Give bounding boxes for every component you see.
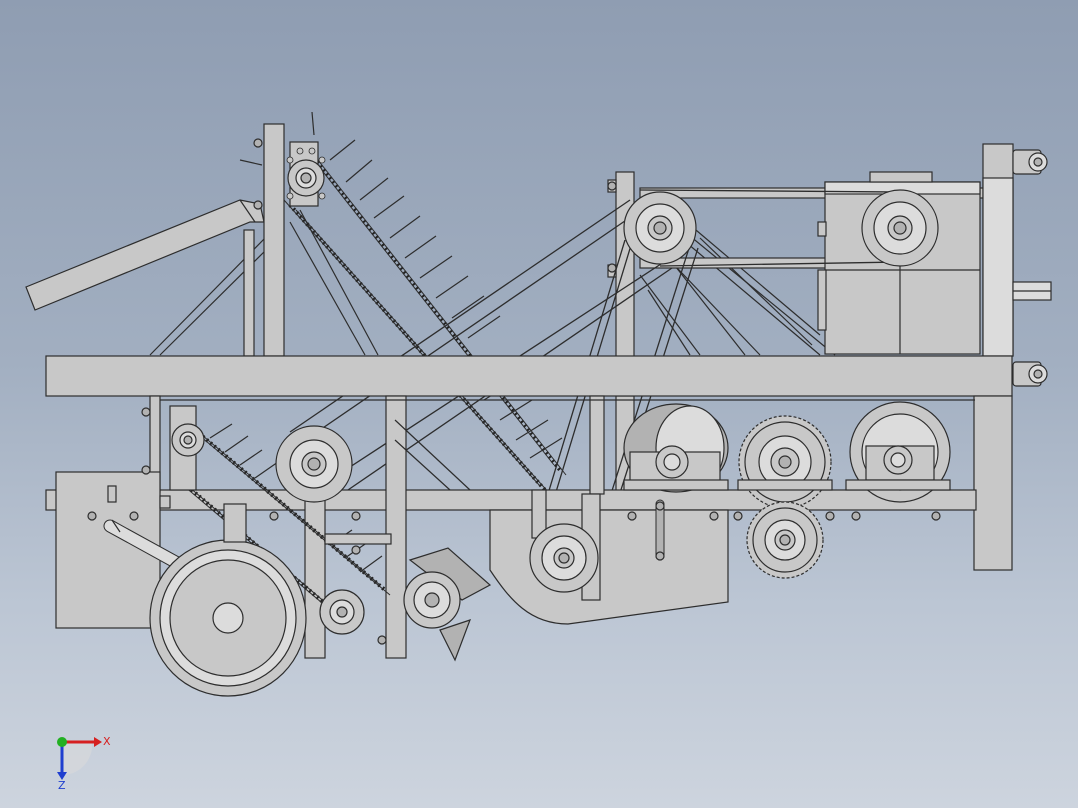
- separation-hopper[interactable]: [489, 489, 729, 625]
- right-bearing-pulley[interactable]: [845, 401, 951, 503]
- left-vertical-post[interactable]: [243, 123, 285, 357]
- axis-label-x: X: [103, 735, 111, 748]
- axis-label-z: Z: [58, 779, 66, 792]
- top-sprocket[interactable]: [286, 141, 326, 207]
- right-end-plate[interactable]: [982, 143, 1052, 387]
- coordinate-triad: X Z: [57, 735, 111, 792]
- drive-pulley-top[interactable]: [623, 191, 697, 265]
- tension-lever[interactable]: [655, 499, 665, 561]
- drive-pulley-lower[interactable]: [529, 523, 599, 593]
- gearbox-pulley[interactable]: [861, 189, 939, 267]
- ground-wheel[interactable]: [149, 503, 307, 697]
- idler-pulley-left[interactable]: [275, 425, 353, 503]
- left-lower-sprocket[interactable]: [169, 405, 205, 491]
- drum-pulley[interactable]: [623, 403, 729, 493]
- beater-rotor[interactable]: [403, 547, 492, 662]
- cad-assembly-view[interactable]: X Z: [0, 0, 1078, 808]
- gear-lower[interactable]: [746, 501, 824, 579]
- feed-chute[interactable]: [25, 199, 265, 311]
